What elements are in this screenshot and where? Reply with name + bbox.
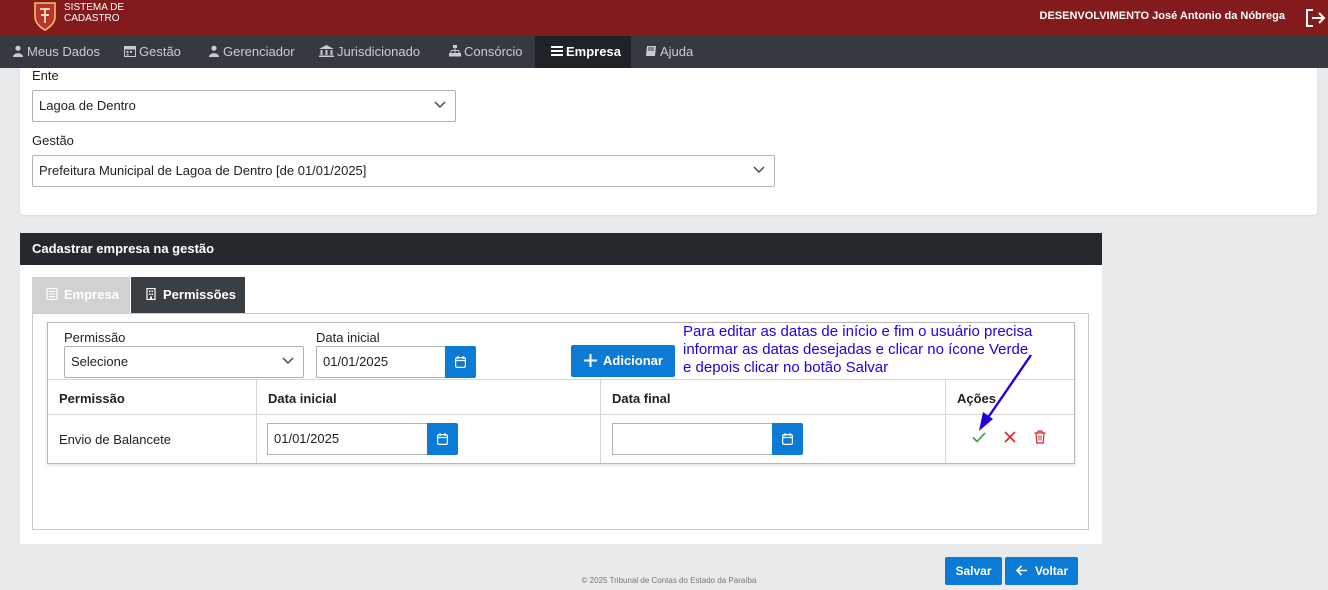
chevron-down-icon bbox=[434, 101, 446, 108]
user-icon bbox=[209, 45, 219, 57]
col-header-data-inicial: Data inicial bbox=[268, 391, 337, 406]
tce-logo-icon bbox=[34, 2, 56, 31]
nav-label: Empresa bbox=[566, 44, 621, 59]
chevron-down-icon bbox=[753, 166, 765, 173]
calendar-icon bbox=[124, 46, 136, 57]
user-name: DESENVOLVIMENTO José Antonio da Nóbrega bbox=[1039, 10, 1286, 22]
annotation-arrow-icon bbox=[979, 354, 1032, 431]
main-navbar: Meus Dados Gestão Gerenciador Jurisdicio… bbox=[0, 36, 1328, 68]
column-divider bbox=[256, 380, 257, 463]
data-inicial-form-label: Data inicial bbox=[316, 330, 380, 345]
plus-icon bbox=[584, 354, 597, 367]
permissao-select-value: Selecione bbox=[71, 354, 129, 369]
adicionar-button[interactable]: Adicionar bbox=[571, 345, 675, 377]
ente-label: Ente bbox=[32, 68, 59, 83]
calendar-icon bbox=[437, 433, 448, 445]
filter-card: Ente Lagoa de Dentro Gestão Prefeitura M… bbox=[20, 68, 1317, 215]
institution-icon bbox=[319, 45, 334, 57]
tab-label: Permissões bbox=[163, 287, 236, 302]
permissao-select[interactable]: Selecione bbox=[64, 346, 304, 378]
nav-gerenciador[interactable]: Gerenciador bbox=[208, 36, 295, 68]
gestao-value: Prefeitura Municipal de Lagoa de Dentro … bbox=[39, 163, 367, 178]
adicionar-label: Adicionar bbox=[603, 353, 663, 368]
cadastrar-empresa-card: Cadastrar empresa na gestão Empresa Perm… bbox=[20, 233, 1102, 585]
sitemap-icon bbox=[449, 45, 461, 57]
nav-meus-dados[interactable]: Meus Dados bbox=[12, 36, 100, 68]
table-header-top-border bbox=[48, 379, 1074, 380]
nav-label: Jurisdicionado bbox=[337, 44, 421, 59]
row-data-final-input[interactable] bbox=[612, 423, 773, 455]
calendar-icon bbox=[455, 356, 466, 368]
nav-label: Gerenciador bbox=[223, 44, 295, 59]
data-inicial-input[interactable]: 01/01/2025 bbox=[316, 346, 446, 378]
tab-permissoes[interactable]: Permissões bbox=[131, 277, 245, 313]
ente-value: Lagoa de Dentro bbox=[39, 98, 136, 113]
gestao-select[interactable]: Prefeitura Municipal de Lagoa de Dentro … bbox=[32, 155, 775, 187]
nav-consorcio[interactable]: Consórcio bbox=[449, 36, 523, 68]
tab-empresa[interactable]: Empresa bbox=[32, 277, 130, 313]
gestao-label: Gestão bbox=[32, 133, 74, 148]
logout-icon[interactable] bbox=[1304, 7, 1326, 29]
nav-label: Ajuda bbox=[660, 44, 694, 59]
system-title-line2: CADASTRO bbox=[64, 13, 120, 24]
nav-jurisdicionado[interactable]: Jurisdicionado bbox=[319, 36, 420, 68]
row-permissao: Envio de Balancete bbox=[59, 432, 172, 447]
arrow-left-icon bbox=[1016, 565, 1027, 576]
nav-gestao[interactable]: Gestão bbox=[124, 36, 181, 68]
ente-select[interactable]: Lagoa de Dentro bbox=[32, 90, 456, 122]
table-header-bottom-border bbox=[48, 414, 1074, 415]
permissao-form-label: Permissão bbox=[64, 330, 126, 345]
nav-label: Consórcio bbox=[464, 44, 523, 59]
card-title: Cadastrar empresa na gestão bbox=[20, 233, 1102, 265]
nav-ajuda[interactable]: Ajuda bbox=[645, 36, 693, 68]
nav-label: Meus Dados bbox=[27, 44, 100, 59]
row-data-final-calendar-button[interactable] bbox=[772, 423, 803, 455]
list-icon bbox=[551, 46, 563, 56]
tab-label: Empresa bbox=[64, 287, 119, 302]
col-header-permissao: Permissão bbox=[59, 391, 125, 406]
nav-label: Gestão bbox=[139, 44, 181, 59]
system-title-line1: SISTEMA DE bbox=[64, 2, 125, 13]
top-bar: SISTEMA DE CADASTRO DESENVOLVIMENTO José… bbox=[0, 0, 1328, 36]
building-icon bbox=[146, 288, 156, 300]
calendar-icon bbox=[782, 433, 793, 445]
book-icon bbox=[646, 46, 656, 56]
col-header-data-final: Data final bbox=[612, 391, 671, 406]
document-icon bbox=[46, 288, 58, 300]
nav-empresa[interactable]: Empresa bbox=[535, 36, 631, 68]
row-data-inicial-input[interactable]: 01/01/2025 bbox=[267, 423, 428, 455]
column-divider bbox=[945, 380, 946, 463]
column-divider bbox=[600, 380, 601, 463]
system-title: SISTEMA DE CADASTRO bbox=[64, 2, 124, 24]
annotation-line: Para editar as datas de início e fim o u… bbox=[683, 323, 1033, 340]
user-icon bbox=[13, 45, 23, 57]
footer-copyright: © 2025 Tribunal de Contas do Estado da P… bbox=[581, 576, 757, 585]
data-inicial-calendar-button[interactable] bbox=[445, 346, 476, 378]
row-data-inicial-calendar-button[interactable] bbox=[427, 423, 458, 455]
chevron-down-icon bbox=[282, 357, 294, 364]
